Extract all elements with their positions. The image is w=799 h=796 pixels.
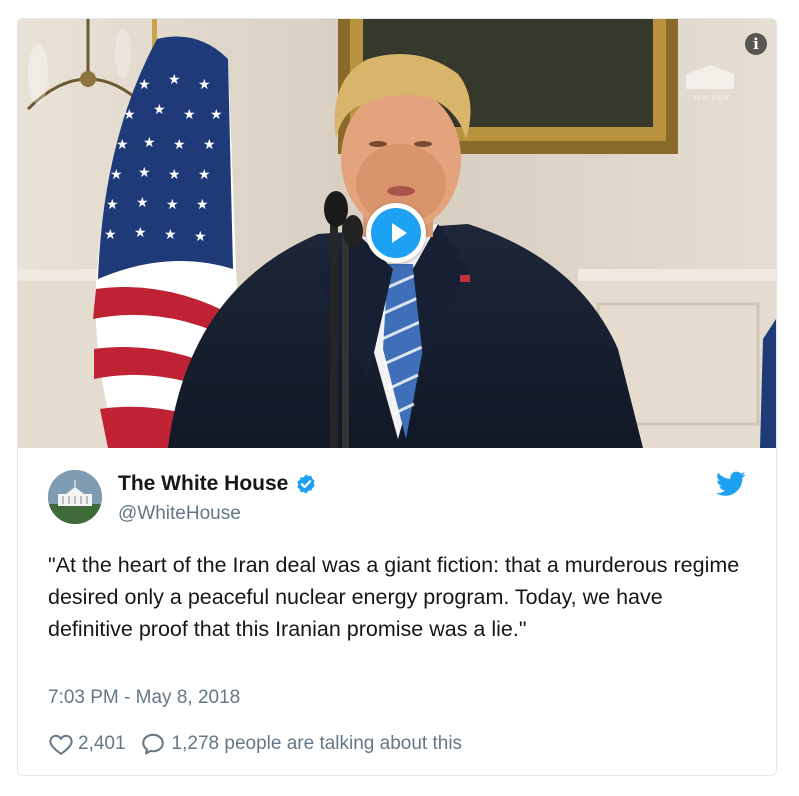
svg-text:★: ★ — [116, 137, 129, 153]
svg-text:★: ★ — [110, 167, 123, 183]
heart-icon — [49, 734, 73, 755]
tweet-text: "At the heart of the Iran deal was a gia… — [48, 553, 740, 641]
speech-bubble-icon — [141, 733, 164, 755]
like-button[interactable]: 2,401 — [48, 731, 126, 757]
svg-text:★: ★ — [106, 197, 119, 213]
avatar[interactable] — [48, 470, 102, 524]
svg-text:★: ★ — [168, 167, 181, 183]
svg-text:★: ★ — [134, 225, 147, 241]
svg-text:★: ★ — [123, 107, 136, 123]
svg-text:★: ★ — [166, 197, 179, 213]
watermark-text: WH.GOV — [694, 94, 730, 102]
play-button[interactable] — [366, 203, 426, 263]
play-icon-circle — [371, 208, 421, 258]
play-icon — [392, 223, 407, 243]
svg-text:★: ★ — [203, 137, 216, 153]
svg-text:★: ★ — [143, 135, 156, 151]
info-icon[interactable]: i — [745, 33, 767, 55]
svg-text:★: ★ — [168, 72, 181, 88]
info-icon-glyph: i — [753, 35, 759, 53]
embedded-tweet-card[interactable]: ★ ★ ★ ★ ★ ★ ★ ★ ★ ★ ★ ★ ★ ★ ★ ★ ★ ★ ★ ★ ★ ★ ★ — [17, 18, 777, 776]
svg-text:★: ★ — [136, 195, 149, 211]
author-handle[interactable]: @WhiteHouse — [118, 503, 241, 525]
author-name-row[interactable]: The White House — [118, 472, 317, 496]
svg-text:★: ★ — [196, 197, 209, 213]
svg-text:★: ★ — [210, 107, 223, 123]
svg-text:★: ★ — [194, 229, 207, 245]
twitter-bird-icon[interactable] — [716, 471, 746, 497]
like-count: 2,401 — [78, 733, 126, 754]
svg-text:★: ★ — [104, 227, 117, 243]
conversation-text: 1,278 people are talking about this — [171, 733, 463, 754]
svg-text:★: ★ — [164, 227, 177, 243]
verified-badge-icon — [297, 474, 315, 494]
tweet-actions: 2,401 1,278 people are talking about thi… — [48, 731, 462, 757]
white-house-avatar-image — [48, 470, 102, 524]
svg-text:★: ★ — [153, 102, 166, 118]
conversation-link[interactable]: 1,278 people are talking about this — [140, 731, 463, 757]
svg-text:★: ★ — [183, 107, 196, 123]
svg-text:★: ★ — [198, 77, 211, 93]
svg-text:★: ★ — [138, 165, 151, 181]
tweet-timestamp[interactable]: 7:03 PM - May 8, 2018 — [48, 687, 240, 709]
video-thumbnail[interactable]: ★ ★ ★ ★ ★ ★ ★ ★ ★ ★ ★ ★ ★ ★ ★ ★ ★ ★ ★ ★ ★ ★ ★ — [18, 19, 776, 448]
svg-text:★: ★ — [198, 167, 211, 183]
svg-text:★: ★ — [173, 137, 186, 153]
author-display-name[interactable]: The White House — [118, 472, 288, 496]
svg-text:★: ★ — [138, 77, 151, 93]
